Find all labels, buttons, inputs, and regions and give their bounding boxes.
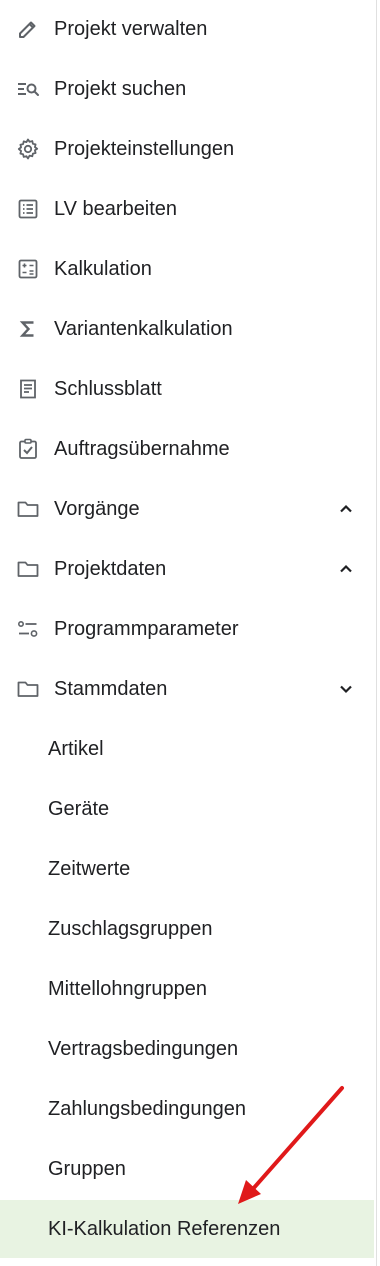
chevron-down-icon[interactable] [334,677,358,701]
submenu-item-label: Zahlungsbedingungen [48,1097,246,1120]
menu-item-schlussblatt[interactable]: Schlussblatt [0,363,376,415]
submenu-item-label: Artikel [48,737,104,760]
menu-item-lv-bearbeiten[interactable]: LV bearbeiten [0,183,376,235]
menu-item-stammdaten[interactable]: Stammdaten [0,663,376,715]
menu-item-label: Projekteinstellungen [54,137,235,160]
menu-item-label: Schlussblatt [54,377,162,400]
menu-item-label: Kalkulation [54,257,152,280]
submenu-item-artikel[interactable]: Artikel [0,723,376,775]
menu-item-label: LV bearbeiten [54,197,178,220]
menu-item-label: Auftragsübernahme [54,437,230,460]
chevron-up-icon[interactable] [334,557,358,581]
submenu-item-zuschlagsgruppen[interactable]: Zuschlagsgruppen [0,903,376,955]
menu-item-label: Projektdaten [54,557,167,580]
menu-item-label: Vorgänge [54,497,140,520]
submenu-item-label: KI-Kalkulation Referenzen [48,1217,281,1240]
folder-icon [16,557,40,581]
submenu-item-mittellohngruppen[interactable]: Mittellohngruppen [0,963,376,1015]
submenu-item-zahlungsbedingungen[interactable]: Zahlungsbedingungen [0,1083,376,1135]
folder-icon [16,677,40,701]
list-icon [16,197,40,221]
menu-item-label: Programmparameter [54,617,239,640]
menu-item-vorgaenge[interactable]: Vorgänge [0,483,376,535]
search-list-icon [16,77,40,101]
menu-item-projekt-suchen[interactable]: Projekt suchen [0,63,376,115]
menu-item-projekteinstellungen[interactable]: Projekteinstellungen [0,123,376,175]
submenu-item-label: Zuschlagsgruppen [48,917,213,940]
submenu-item-label: Gruppen [48,1157,126,1180]
menu-item-auftragsuebernahme[interactable]: Auftragsübernahme [0,423,376,475]
submenu-item-geraete[interactable]: Geräte [0,783,376,835]
sliders-icon [16,617,40,641]
chevron-up-icon[interactable] [334,497,358,521]
submenu-item-label: Zeitwerte [48,857,131,880]
menu-item-label: Projekt suchen [54,77,187,100]
navigation-menu: Projekt verwalten Projekt suchen Projekt… [0,0,377,1266]
submenu-item-label: Mittellohngruppen [48,977,207,1000]
calculator-icon [16,257,40,281]
submenu-item-zeitwerte[interactable]: Zeitwerte [0,843,376,895]
gear-icon [16,137,40,161]
folder-icon [16,497,40,521]
menu-item-variantenkalkulation[interactable]: Variantenkalkulation [0,303,376,355]
menu-item-projektdaten[interactable]: Projektdaten [0,543,376,595]
menu-item-kalkulation[interactable]: Kalkulation [0,243,376,295]
submenu-item-label: Vertragsbedingungen [48,1037,239,1060]
receipt-icon [16,377,40,401]
menu-item-label: Stammdaten [54,677,168,700]
sigma-icon [16,317,40,341]
menu-item-projekt-verwalten[interactable]: Projekt verwalten [0,3,376,55]
menu-item-programmparameter[interactable]: Programmparameter [0,603,376,655]
submenu-item-ki-kalkulation-referenzen[interactable]: KI-Kalkulation Referenzen [0,1200,374,1258]
pencil-icon [16,17,40,41]
menu-item-label: Projekt verwalten [54,17,208,40]
submenu-item-vertragsbedingungen[interactable]: Vertragsbedingungen [0,1023,376,1075]
menu-item-label: Variantenkalkulation [54,317,233,340]
clipboard-check-icon [16,437,40,461]
submenu-item-label: Geräte [48,797,110,820]
submenu-item-gruppen[interactable]: Gruppen [0,1143,376,1195]
